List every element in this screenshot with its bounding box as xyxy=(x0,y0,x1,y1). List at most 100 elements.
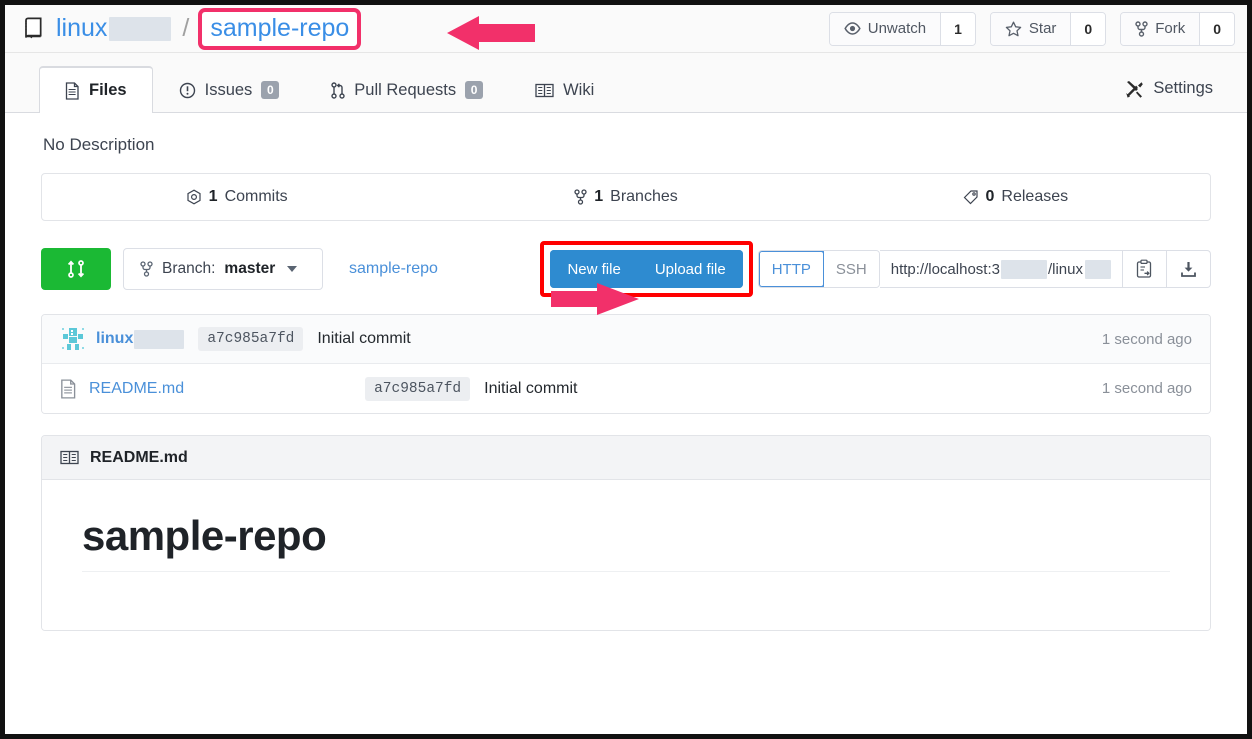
readme-header: README.md xyxy=(42,436,1210,480)
commit-author-redaction xyxy=(134,329,185,349)
releases-label: Releases xyxy=(1001,188,1069,205)
repo-owner-link[interactable]: linux xyxy=(56,14,107,43)
repo-toolbar: Branch: master sample-repo New file Uplo… xyxy=(41,241,1211,297)
star-count[interactable]: 0 xyxy=(1070,12,1106,45)
tab-pull-requests-badge: 0 xyxy=(465,81,484,99)
clone-url-middle: /linux xyxy=(1047,260,1083,278)
repo-stats-bar: 1 Commits 1 Branches 0 Releases xyxy=(41,173,1211,221)
branch-icon xyxy=(140,261,153,277)
repo-book-icon xyxy=(25,16,42,38)
readme-heading: sample-repo xyxy=(82,512,1170,572)
unwatch-button[interactable]: Unwatch xyxy=(829,12,941,45)
nav-tabs-left: Files Issues 0 Pull Requests 0 Wiki xyxy=(39,65,1111,113)
owner-redaction-block xyxy=(109,16,172,41)
clone-url-port-redaction xyxy=(1000,259,1047,279)
latest-commit-row: linux a7c985a7fd Initial commit 1 second… xyxy=(42,315,1210,364)
branches-count: 1 xyxy=(594,188,604,205)
repo-description: No Description xyxy=(43,135,155,154)
book-icon xyxy=(535,83,554,97)
watch-button-group: Unwatch 1 xyxy=(828,11,976,46)
tab-settings-label: Settings xyxy=(1153,79,1213,97)
book-icon xyxy=(60,450,79,465)
repo-header-actions: Unwatch 1 Star 0 Fork 0 xyxy=(828,11,1235,46)
star-icon xyxy=(1005,21,1022,36)
clipboard-copy-icon xyxy=(1136,259,1152,278)
clone-url-input[interactable]: http://localhost:3/linux xyxy=(879,250,1123,288)
copy-clone-url-button[interactable] xyxy=(1123,250,1167,288)
file-sha-column: a7c985a7fd xyxy=(184,376,484,401)
commits-count: 1 xyxy=(208,188,218,205)
file-commit-message: Initial commit xyxy=(484,379,578,397)
star-button-group: Star 0 xyxy=(989,11,1107,46)
table-row[interactable]: README.md a7c985a7fd Initial commit 1 se… xyxy=(42,364,1210,413)
sync-icon xyxy=(67,260,85,278)
file-action-buttons: New file Upload file xyxy=(550,250,743,288)
tag-icon xyxy=(963,190,978,205)
branch-selector-dropdown[interactable]: Branch: master xyxy=(123,248,323,290)
new-file-button[interactable]: New file xyxy=(550,250,638,288)
clock-icon xyxy=(187,189,201,205)
star-label: Star xyxy=(1028,20,1057,37)
tab-issues-label: Issues xyxy=(204,80,253,99)
identicon-avatar xyxy=(62,328,84,350)
download-repo-button[interactable] xyxy=(1167,250,1211,288)
tab-issues[interactable]: Issues 0 xyxy=(153,66,306,113)
tab-files-label: Files xyxy=(89,81,127,99)
branch-name-label: master xyxy=(224,260,276,277)
protocol-ssh-button[interactable]: SSH xyxy=(823,251,879,287)
tools-icon xyxy=(1126,80,1144,98)
commit-time: 1 second ago xyxy=(1101,330,1192,348)
eye-icon xyxy=(844,22,861,35)
issue-opened-icon xyxy=(179,82,195,98)
fork-icon xyxy=(1135,20,1148,37)
download-icon xyxy=(1181,261,1196,277)
fork-count[interactable]: 0 xyxy=(1199,12,1234,45)
commit-author-link[interactable]: linux xyxy=(96,330,133,348)
breadcrumb-separator: / xyxy=(182,14,190,42)
tab-wiki-label: Wiki xyxy=(563,80,595,99)
protocol-http-button[interactable]: HTTP xyxy=(758,251,825,287)
readme-panel: README.md sample-repo xyxy=(41,435,1211,631)
clone-protocol-group: HTTP SSH xyxy=(757,250,880,288)
file-icon xyxy=(65,81,79,100)
file-text-icon xyxy=(61,378,76,399)
clone-url-tail-redaction xyxy=(1085,259,1111,279)
tab-files[interactable]: Files xyxy=(39,66,153,113)
branches-stat[interactable]: 1 Branches xyxy=(431,174,820,220)
repo-breadcrumb: linux / sample-repo xyxy=(23,7,829,50)
repo-nav-tabs: Files Issues 0 Pull Requests 0 Wiki Sett… xyxy=(5,53,1247,113)
tab-pull-requests-label: Pull Requests xyxy=(354,80,457,99)
sync-fork-button[interactable] xyxy=(41,248,111,290)
commit-sha[interactable]: a7c985a7fd xyxy=(198,327,304,351)
upload-file-button[interactable]: Upload file xyxy=(637,250,743,288)
tab-wiki[interactable]: Wiki xyxy=(509,66,620,113)
branch-prefix-label: Branch: xyxy=(162,260,216,277)
tab-settings[interactable]: Settings xyxy=(1111,65,1227,112)
readme-content: sample-repo xyxy=(42,480,1210,630)
unwatch-label: Unwatch xyxy=(867,20,927,37)
file-name-link[interactable]: README.md xyxy=(89,380,184,398)
fork-button-group: Fork 0 xyxy=(1120,11,1235,46)
clone-url-prefix: http://localhost:3 xyxy=(890,260,1000,278)
tab-pull-requests[interactable]: Pull Requests 0 xyxy=(305,66,509,113)
commits-label: Commits xyxy=(224,188,288,205)
repo-body: No Description 1 Commits 1 Branches 0 Re… xyxy=(5,113,1247,631)
commit-message: Initial commit xyxy=(317,330,411,347)
repo-name-highlight-annotation: sample-repo xyxy=(198,7,362,50)
git-pull-request-icon xyxy=(331,81,345,99)
repo-path-link[interactable]: sample-repo xyxy=(349,260,438,278)
releases-count: 0 xyxy=(985,188,995,205)
new-file-buttons-annotation-box: New file Upload file xyxy=(540,241,753,297)
commits-stat[interactable]: 1 Commits xyxy=(42,174,431,220)
tab-issues-badge: 0 xyxy=(261,81,280,99)
star-button[interactable]: Star xyxy=(990,12,1071,45)
watch-count[interactable]: 1 xyxy=(940,12,975,45)
file-commit-sha[interactable]: a7c985a7fd xyxy=(365,376,471,401)
branches-label: Branches xyxy=(610,188,678,205)
branch-icon xyxy=(574,189,587,205)
repo-name-link[interactable]: sample-repo xyxy=(210,14,349,42)
releases-stat[interactable]: 0 Releases xyxy=(821,174,1210,220)
chevron-down-icon xyxy=(287,266,298,272)
repo-header: linux / sample-repo Unwatch 1 Star 0 For… xyxy=(5,5,1247,53)
fork-button[interactable]: Fork xyxy=(1121,12,1200,45)
